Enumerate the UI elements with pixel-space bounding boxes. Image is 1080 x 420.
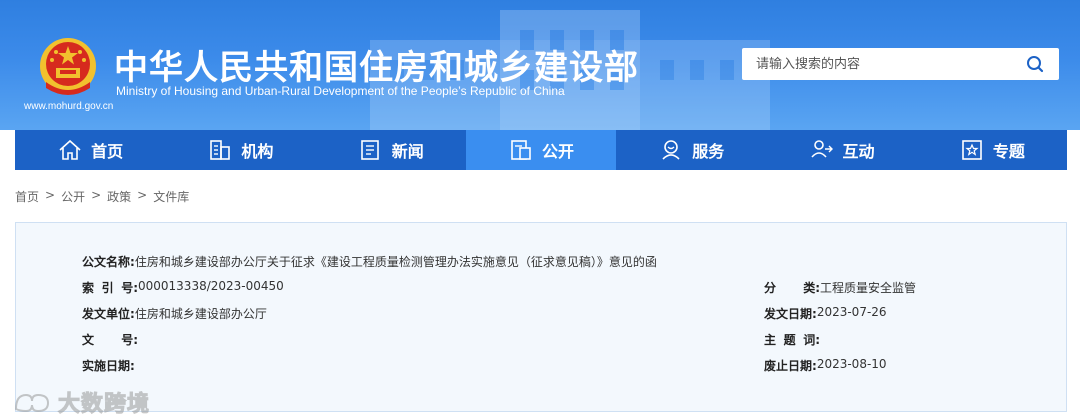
- nav-item-topic[interactable]: 专题: [917, 130, 1067, 170]
- breadcrumb-library[interactable]: 文件库: [153, 188, 189, 205]
- index-number-value: 000013338/2023-00450: [138, 279, 284, 293]
- nav-item-home[interactable]: 首页: [15, 130, 165, 170]
- interaction-icon: [810, 140, 833, 158]
- site-url: www.mohurd.gov.cn: [24, 101, 114, 112]
- nav-item-label: 互动: [842, 142, 875, 161]
- main-nav: 首页 机构 新闻 公开 服务 互动 专题: [15, 130, 1067, 170]
- breadcrumb: 首页 > 公开 > 政策 > 文件库: [15, 188, 189, 205]
- nav-item-label: 机构: [241, 142, 274, 161]
- nav-item-interaction[interactable]: 互动: [766, 130, 916, 170]
- breadcrumb-open[interactable]: 公开: [61, 188, 85, 205]
- deadline-date-label: 废止日期:: [764, 359, 817, 373]
- effective-date-label: 实施日期:: [82, 359, 135, 373]
- category-label: 分 类:: [764, 281, 820, 295]
- breadcrumb-policy[interactable]: 政策: [107, 188, 131, 205]
- deadline-date-value: 2023-08-10: [816, 357, 887, 371]
- deadline-date-row: 废止日期: 2023-08-10: [764, 357, 887, 374]
- topic-icon: [962, 140, 982, 160]
- document-title-row: 公文名称: 住房和城乡建设部办公厅关于征求《建设工程质量检测管理办法实施意见（征…: [82, 253, 657, 270]
- index-number-label: 索 引 号:: [82, 281, 138, 295]
- document-info-box: 公文名称: 住房和城乡建设部办公厅关于征求《建设工程质量检测管理办法实施意见（征…: [15, 222, 1067, 412]
- nav-item-label: 新闻: [391, 142, 424, 161]
- news-icon: [360, 140, 379, 160]
- category-row: 分 类: 工程质量安全监管: [764, 279, 916, 296]
- breadcrumb-home[interactable]: 首页: [15, 188, 39, 205]
- nav-item-service[interactable]: 服务: [616, 130, 766, 170]
- issuer-label: 发文单位:: [82, 307, 135, 321]
- issue-date-row: 发文日期: 2023-07-26: [764, 305, 887, 322]
- document-title-value: 住房和城乡建设部办公厅关于征求《建设工程质量检测管理办法实施意见（征求意见稿）》…: [134, 255, 657, 269]
- search-box: [742, 48, 1059, 80]
- document-title-label: 公文名称:: [82, 255, 135, 269]
- watermark-logo-icon: [14, 393, 50, 413]
- service-icon: [662, 140, 680, 160]
- search-icon: [1027, 56, 1044, 73]
- search-button[interactable]: [1011, 48, 1059, 80]
- issue-date-value: 2023-07-26: [816, 305, 887, 319]
- subject-keywords-row: 主 题 词:: [764, 331, 820, 348]
- issue-date-label: 发文日期:: [764, 307, 817, 321]
- site-title-english: Ministry of Housing and Urban-Rural Deve…: [116, 84, 565, 98]
- category-value: 工程质量安全监管: [820, 281, 917, 295]
- search-input[interactable]: [742, 48, 1012, 80]
- issuer-row: 发文单位: 住房和城乡建设部办公厅: [82, 305, 267, 322]
- document-number-row: 文 号:: [82, 331, 138, 348]
- breadcrumb-separator: >: [91, 188, 102, 202]
- watermark: 大数跨境: [12, 386, 150, 418]
- site-header: www.mohurd.gov.cn 中华人民共和国住房和城乡建设部 Minist…: [0, 0, 1080, 130]
- nav-item-organization[interactable]: 机构: [165, 130, 315, 170]
- home-icon: [59, 139, 81, 160]
- breadcrumb-separator: >: [137, 188, 148, 202]
- nav-item-label: 公开: [541, 142, 574, 161]
- breadcrumb-separator: >: [45, 188, 56, 202]
- subject-keywords-label: 主 题 词:: [764, 333, 820, 347]
- document-icon: [511, 140, 531, 160]
- site-title: 中华人民共和国住房和城乡建设部: [114, 48, 639, 88]
- nav-item-news[interactable]: 新闻: [316, 130, 466, 170]
- effective-date-row: 实施日期:: [82, 357, 135, 374]
- document-number-label: 文 号:: [82, 333, 138, 347]
- issuer-value: 住房和城乡建设部办公厅: [134, 307, 267, 321]
- national-emblem-icon: [40, 38, 96, 95]
- nav-item-label: 服务: [692, 142, 725, 161]
- nav-item-label: 首页: [91, 142, 124, 161]
- index-number-row: 索 引 号: 000013338/2023-00450: [82, 279, 284, 296]
- nav-item-label: 专题: [992, 142, 1025, 161]
- nav-item-open[interactable]: 公开: [465, 130, 617, 170]
- watermark-text: 大数跨境: [57, 392, 151, 418]
- building-icon: [210, 140, 231, 160]
